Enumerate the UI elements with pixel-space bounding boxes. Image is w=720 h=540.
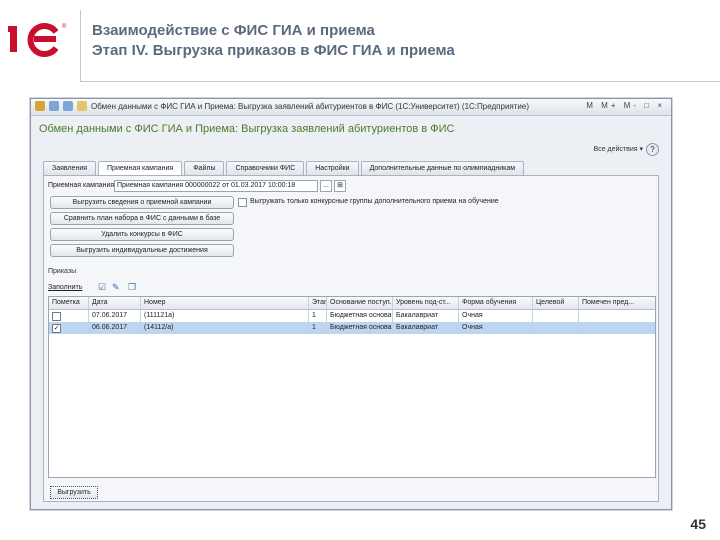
check-all-icon[interactable]: ☑: [98, 283, 106, 292]
col-number[interactable]: Номер: [141, 297, 309, 309]
all-actions-menu[interactable]: Все действия ▾: [594, 145, 643, 153]
fill-link[interactable]: Заполнить: [48, 284, 82, 291]
only-groups-label: Выгружать только конкурсные группы допол…: [250, 198, 499, 205]
window-title: Обмен данными с ФИС ГИА и Приема: Выгруз…: [91, 102, 529, 111]
cell-target: [533, 322, 579, 334]
cell-stage: 1: [309, 322, 327, 334]
cell-level: Бакалавриат: [393, 322, 459, 334]
forward-icon[interactable]: [63, 101, 73, 111]
col-level[interactable]: Уровень под-ст...: [393, 297, 459, 309]
row-checkbox[interactable]: [52, 312, 61, 321]
row-checkbox-checked[interactable]: ✓: [52, 324, 61, 333]
back-icon[interactable]: [49, 101, 59, 111]
cell-stage: 1: [309, 310, 327, 322]
campaign-open-button[interactable]: ⊞: [334, 180, 346, 192]
cell-basis: Бюджетная основа: [327, 310, 393, 322]
orders-section-label: Приказы: [48, 268, 77, 275]
tab-admission-campaign[interactable]: Приемная кампания: [98, 161, 183, 175]
cell-study-form: Очная: [459, 310, 533, 322]
campaign-select-button[interactable]: ...: [320, 180, 332, 192]
tab-olympiad-data[interactable]: Дополнительные данные по олимпиадникам: [360, 161, 525, 175]
col-stage[interactable]: Этап: [309, 297, 327, 309]
campaign-field[interactable]: Приемная кампания 000000022 от 01.03.201…: [114, 180, 318, 192]
cell-target: [533, 310, 579, 322]
cell-marked: [579, 310, 653, 322]
delete-contests-button[interactable]: Удалить конкурсы в ФИС: [50, 228, 234, 241]
cell-marked: [579, 322, 653, 334]
compare-plan-button[interactable]: Сравнить план набора в ФИС с данными в б…: [50, 212, 234, 225]
window-controls[interactable]: M M+ M- □ ×: [586, 101, 665, 110]
only-groups-checkbox[interactable]: [238, 198, 247, 207]
cell-level: Бакалавриат: [393, 310, 459, 322]
slide-subtitle: Этап IV. Выгрузка приказов в ФИС ГИА и п…: [92, 42, 455, 59]
cell-number: (14112/а): [141, 322, 309, 334]
cell-number: (111121а): [141, 310, 309, 322]
help-icon[interactable]: ?: [646, 143, 659, 156]
row-checkbox-cell[interactable]: ✓: [49, 322, 89, 334]
tab-settings[interactable]: Настройки: [306, 161, 359, 175]
upload-orders-button[interactable]: Выгрузить: [50, 486, 98, 499]
table-row-selected[interactable]: ✓ 06.06.2017 (14112/а) 1 Бюджетная основ…: [49, 322, 655, 334]
slide-title: Взаимодействие с ФИС ГИА и приема: [92, 22, 375, 39]
window-titlebar: Обмен данными с ФИС ГИА и Приема: Выгруз…: [31, 99, 671, 116]
tab-applications[interactable]: Заявления: [43, 161, 97, 175]
app-icon: [35, 101, 45, 111]
form-title: Обмен данными с ФИС ГИА и Приема: Выгруз…: [39, 123, 455, 135]
brand-logo: ®: [8, 18, 72, 58]
table-row[interactable]: 07.06.2017 (111121а) 1 Бюджетная основа …: [49, 310, 655, 322]
cell-study-form: Очная: [459, 322, 533, 334]
app-window: Обмен данными с ФИС ГИА и Приема: Выгруз…: [30, 98, 672, 510]
col-target[interactable]: Целевой: [533, 297, 579, 309]
svg-text:®: ®: [62, 23, 67, 30]
orders-table: Пометка Дата Номер Этап Основание поступ…: [48, 296, 656, 478]
tab-files[interactable]: Файлы: [184, 161, 225, 175]
uncheck-all-icon[interactable]: ✎: [112, 283, 120, 292]
campaign-label: Приемная кампания:: [48, 182, 117, 189]
col-basis[interactable]: Основание поступ...: [327, 297, 393, 309]
header-divider-horizontal: [80, 81, 720, 82]
one-c-logo-icon: ®: [8, 23, 67, 57]
cell-basis: Бюджетная основа: [327, 322, 393, 334]
tab-fis-directories[interactable]: Справочники ФИС: [226, 161, 305, 175]
upload-campaign-button[interactable]: Выгрузить сведения о приемной кампании: [50, 196, 234, 209]
cell-date: 07.06.2017: [89, 310, 141, 322]
upload-achievements-button[interactable]: Выгрузить индивидуальные достижения: [50, 244, 234, 257]
col-study-form[interactable]: Форма обучения: [459, 297, 533, 309]
tab-bar: Заявления Приемная кампания Файлы Справо…: [43, 161, 525, 175]
row-checkbox-cell[interactable]: [49, 310, 89, 322]
col-date[interactable]: Дата: [89, 297, 141, 309]
cell-date: 06.06.2017: [89, 322, 141, 334]
col-marked[interactable]: Помечен пред...: [579, 297, 653, 309]
copy-icon[interactable]: ❐: [128, 283, 136, 292]
table-header: Пометка Дата Номер Этап Основание поступ…: [49, 297, 655, 310]
page-number: 45: [690, 516, 706, 532]
header-divider-vertical: [80, 10, 81, 82]
col-mark[interactable]: Пометка: [49, 297, 89, 309]
campaign-panel: Приемная кампания: Приемная кампания 000…: [43, 175, 659, 502]
favorite-icon[interactable]: [77, 101, 87, 111]
